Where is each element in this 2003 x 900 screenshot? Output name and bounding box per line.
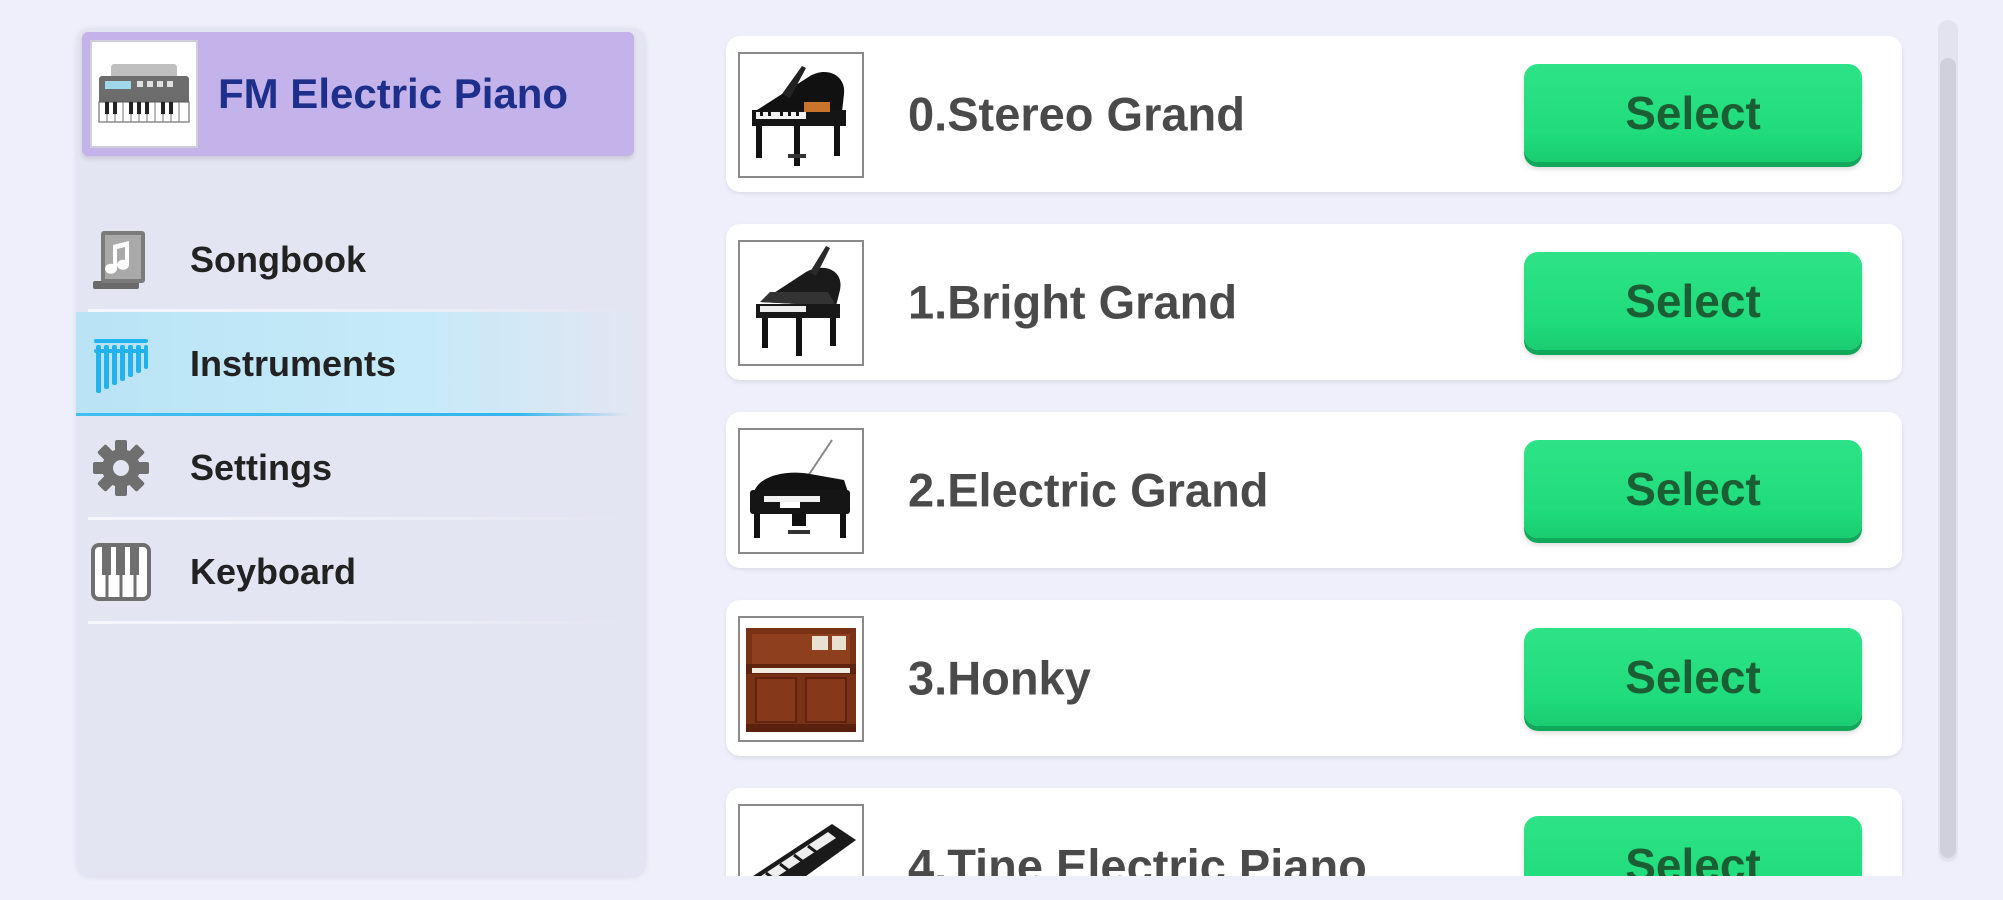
- list-item: 2.Electric Grand Select: [726, 412, 1902, 568]
- sidebar-nav: Songbook Instruments Settings Keyboard: [76, 208, 646, 624]
- sidebar-item-settings[interactable]: Settings: [76, 416, 646, 520]
- electric-piano-image: [738, 804, 864, 876]
- sidebar-item-label: Instruments: [190, 343, 397, 384]
- sidebar-item-songbook[interactable]: Songbook: [76, 208, 646, 312]
- piano-keys-icon: [90, 541, 152, 603]
- instrument-name: 0.Stereo Grand: [908, 87, 1245, 141]
- sidebar-item-label: Settings: [190, 447, 333, 488]
- sidebar-item-keyboard[interactable]: Keyboard: [76, 520, 646, 624]
- songbook-icon: [90, 229, 152, 291]
- instrument-list: 0.Stereo Grand Select 1.Bright Grand Sel…: [722, 36, 1907, 876]
- sidebar: FM Electric Piano Songbook Instruments S…: [76, 28, 646, 878]
- select-button[interactable]: Select: [1524, 440, 1862, 538]
- list-item: 1.Bright Grand Select: [726, 224, 1902, 380]
- list-item: 3.Honky Select: [726, 600, 1902, 756]
- sidebar-item-label: Songbook: [190, 239, 366, 280]
- instruments-icon: [90, 333, 152, 395]
- list-item: 0.Stereo Grand Select: [726, 36, 1902, 192]
- sidebar-item-instruments[interactable]: Instruments: [76, 312, 646, 416]
- app-title: FM Electric Piano: [218, 70, 569, 117]
- instrument-name: 1.Bright Grand: [908, 275, 1238, 329]
- select-button[interactable]: Select: [1524, 816, 1862, 876]
- instrument-name: 4.Tine Electric Piano: [908, 839, 1367, 877]
- scrollbar-thumb[interactable]: [1940, 58, 1956, 858]
- sidebar-item-label: Keyboard: [190, 551, 357, 592]
- select-button[interactable]: Select: [1524, 252, 1862, 350]
- grand-piano-image: [738, 52, 864, 178]
- list-item: 4.Tine Electric Piano Select: [726, 788, 1902, 876]
- instrument-name: 3.Honky: [908, 651, 1091, 705]
- grand-piano-image: [738, 428, 864, 554]
- select-button[interactable]: Select: [1524, 628, 1862, 726]
- select-button[interactable]: Select: [1524, 64, 1862, 162]
- gear-icon: [90, 437, 152, 499]
- electric-keyboard-icon: [90, 40, 198, 148]
- scrollbar[interactable]: [1938, 20, 1958, 862]
- app-header: FM Electric Piano: [82, 32, 634, 156]
- upright-piano-image: [738, 616, 864, 742]
- grand-piano-image: [738, 240, 864, 366]
- instrument-name: 2.Electric Grand: [908, 463, 1269, 517]
